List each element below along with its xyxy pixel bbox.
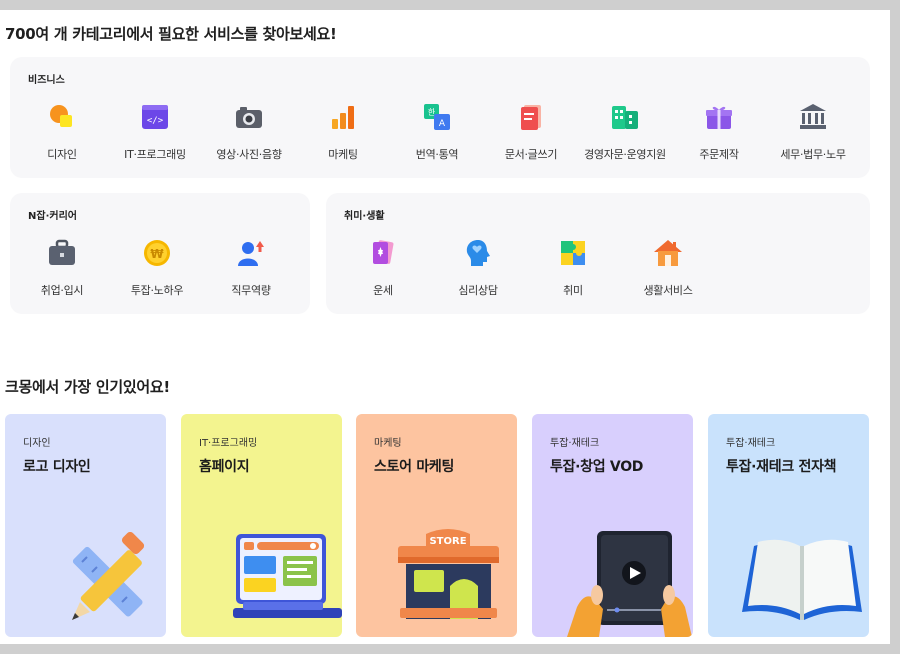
card-side-job-vod[interactable]: 투잡·재테크 투잡·창업 VOD <box>532 414 693 637</box>
coin-icon: ₩ <box>144 240 170 266</box>
gift-icon <box>706 106 732 129</box>
svg-text:A: A <box>439 119 446 129</box>
code-icon: </> <box>142 105 168 129</box>
category-hobby[interactable]: 취미 <box>518 238 628 298</box>
category-tax-law[interactable]: 세무·법무·노무 <box>758 102 868 162</box>
category-fortune[interactable]: 운세 <box>328 238 438 298</box>
card-title: 로고 디자인 <box>23 459 91 475</box>
building-icon <box>612 106 638 129</box>
design-icon <box>50 105 72 127</box>
card-category: IT·프로그래밍 <box>199 438 258 449</box>
store-icon: STORE <box>398 529 499 619</box>
head-heart-icon <box>466 240 490 266</box>
category-label: 생활서비스 <box>643 284 693 297</box>
svg-text:</>: </> <box>147 116 164 126</box>
hobby-title: 취미·생활 <box>344 211 385 222</box>
category-label: 취업·입시 <box>40 284 84 297</box>
hobby-panel: 취미·생활 운세 심리상담 취미 생활서비스 <box>326 193 870 314</box>
translate-icon: 한 A <box>424 104 450 130</box>
camera-icon <box>236 107 262 128</box>
card-ebook[interactable]: 투잡·재테크 투잡·재테크 전자책 <box>708 414 869 637</box>
card-title: 투잡·재테크 전자책 <box>726 459 837 475</box>
card-category: 마케팅 <box>374 438 402 449</box>
njob-panel: N잡·커리어 취업·입시 ₩ 투잡·노하우 직무역량 <box>10 193 310 314</box>
card-category: 디자인 <box>23 438 51 449</box>
card-title: 투잡·창업 VOD <box>550 459 644 475</box>
laptop-icon <box>233 534 342 618</box>
popular-heading: 크몽에서 가장 인기있어요! <box>5 378 170 396</box>
category-label: 직무역량 <box>231 284 271 297</box>
briefcase-icon <box>49 239 75 265</box>
card-category: 투잡·재테크 <box>550 438 600 449</box>
house-icon <box>654 240 682 266</box>
document-icon <box>521 105 541 130</box>
page: 700여 개 카테고리에서 필요한 서비스를 찾아보세요! 비즈니스 디자인 <… <box>0 10 890 644</box>
pencil-ruler-icon <box>72 532 145 620</box>
store-sign-text: STORE <box>429 536 466 547</box>
category-label: 운세 <box>373 284 393 297</box>
card-category: 투잡·재테크 <box>726 438 776 449</box>
business-panel: 비즈니스 디자인 </> IT·프로그래밍 영상·사진·음향 마케팅 한 A 번… <box>10 57 870 178</box>
card-store-marketing[interactable]: 마케팅 스토어 마케팅 STORE <box>356 414 517 637</box>
category-job[interactable]: 취업·입시 <box>7 238 117 298</box>
person-up-icon <box>238 241 264 266</box>
category-skills[interactable]: 직무역량 <box>196 238 306 298</box>
svg-text:₩: ₩ <box>150 247 164 261</box>
bank-icon <box>800 104 826 129</box>
tablet-video-icon <box>567 531 692 637</box>
njob-title: N잡·커리어 <box>28 211 77 222</box>
card-logo-design[interactable]: 디자인 로고 디자인 <box>5 414 166 637</box>
card-title: 스토어 마케팅 <box>374 459 455 475</box>
tarot-card-icon <box>373 240 394 264</box>
open-book-icon <box>742 539 862 620</box>
categories-heading: 700여 개 카테고리에서 필요한 서비스를 찾아보세요! <box>5 25 337 43</box>
category-label: 심리상담 <box>458 284 498 297</box>
category-counseling[interactable]: 심리상담 <box>423 238 533 298</box>
bar-chart-icon <box>332 106 354 129</box>
category-life-service[interactable]: 생활서비스 <box>613 238 723 298</box>
category-label: 세무·법무·노무 <box>780 148 846 161</box>
business-title: 비즈니스 <box>28 75 65 86</box>
card-homepage[interactable]: IT·프로그래밍 홈페이지 <box>181 414 342 637</box>
card-title: 홈페이지 <box>199 459 250 475</box>
category-label: 취미 <box>563 284 583 297</box>
puzzle-icon <box>561 241 585 265</box>
